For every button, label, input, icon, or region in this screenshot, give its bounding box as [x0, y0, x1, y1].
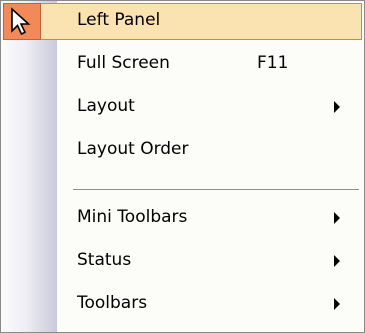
menu-item-label: Toolbars: [77, 293, 148, 313]
menu-item-left-panel[interactable]: Left Panel: [1, 1, 364, 41]
menu-separator: [73, 189, 359, 190]
menu-item-status[interactable]: Status: [1, 241, 364, 281]
menu-item-label: Status: [77, 250, 132, 270]
menu-item-label: Layout: [77, 96, 135, 116]
submenu-arrow-icon: [334, 212, 340, 224]
cursor-arrow-icon: [3, 3, 41, 40]
menu-item-label: Full Screen: [77, 53, 170, 73]
menu-item-label: Left Panel: [77, 10, 161, 30]
menu-item-label: Mini Toolbars: [77, 207, 188, 227]
menu-item-label: Layout Order: [77, 139, 189, 159]
menu-item-highlight: [3, 3, 362, 40]
submenu-arrow-icon: [334, 255, 340, 267]
view-context-menu: Left Panel Full Screen F11 Layout Layout…: [0, 0, 365, 333]
menu-item-full-screen[interactable]: Full Screen F11: [1, 44, 364, 84]
menu-item-layout[interactable]: Layout: [1, 87, 364, 127]
submenu-arrow-icon: [334, 101, 340, 113]
menu-item-mini-toolbars[interactable]: Mini Toolbars: [1, 198, 364, 238]
submenu-arrow-icon: [334, 298, 340, 310]
menu-item-layout-order[interactable]: Layout Order: [1, 130, 364, 170]
menu-item-shortcut: F11: [257, 53, 289, 73]
menu-item-toolbars[interactable]: Toolbars: [1, 284, 364, 324]
